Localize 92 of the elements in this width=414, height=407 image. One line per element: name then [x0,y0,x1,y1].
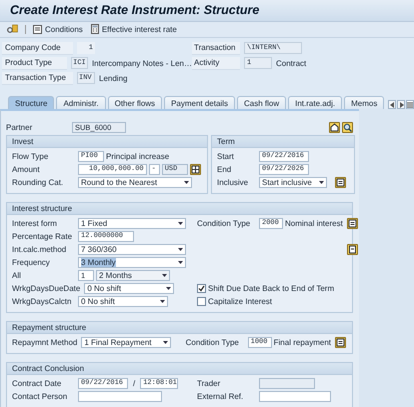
caret-icon [162,274,167,277]
dropdown[interactable]: 0 No shift [78,296,168,307]
dropdown[interactable]: 2 Months [96,270,170,281]
details-button[interactable] [335,337,346,348]
caret-icon [160,300,165,303]
input-field[interactable] [259,378,315,389]
input-field[interactable] [259,391,331,402]
checkbox[interactable] [197,284,206,293]
tab[interactable]: Cash flow [236,96,286,109]
tab[interactable]: Structure [8,96,54,109]
field-label: Frequency [12,258,51,267]
group-title: Interest structure [7,203,352,215]
caret-icon [184,181,189,184]
search-button[interactable] [342,122,353,133]
field-label: WrkgDaysDueDate [12,284,82,293]
field-label: Flow Type [12,152,50,161]
field-description: Nominal interest [285,219,343,228]
group-title: Term [212,136,354,148]
field-label: Trader [197,379,222,388]
details-button[interactable] [335,177,346,188]
currency-button[interactable] [190,164,201,175]
window-title: Create Interest Rate Instrument: Structure [10,3,260,18]
details-button[interactable] [346,218,358,229]
conditions-button[interactable]: Conditions [32,22,84,36]
field-label: Contact Person [12,392,68,401]
document-icon [336,338,345,347]
table-icon [191,165,200,174]
document-icon [348,219,357,228]
dropdown[interactable]: Start inclusive [259,177,327,188]
field-description: Final repayment [274,338,331,347]
dropdown[interactable]: 1 Final Repayment [81,337,172,348]
field-label: Contract Date [12,379,62,388]
field-label: Activity [192,56,240,70]
caret-icon [166,287,172,290]
field-label: Repaymnt Method [12,338,78,347]
field-label: Condition Type [197,219,252,228]
separator-text: / [132,379,136,388]
field-label: Product Type [2,56,68,70]
dropdown[interactable]: 0 No shift [84,283,174,294]
field-label: Interest form [12,219,58,228]
field-label: End [217,165,232,174]
caret-icon [163,341,168,344]
notes-button[interactable] [346,244,358,255]
field-label: Rounding Cat. [12,178,64,187]
field-label: Int.calc.method [12,245,68,254]
checkbox-label: Capitalize Interest [208,297,272,306]
field-description: Intercompany Notes - Len… [92,58,192,68]
checkbox-label: Shift Due Date Back to End of Term [208,284,334,293]
group-title: Invest [7,136,207,148]
field-description: Lending [99,74,128,83]
house-icon [330,123,339,132]
field-label: Inclusive [217,178,250,187]
field-description: Contract [276,58,306,68]
dropdown[interactable]: 7 360/360 [78,244,186,255]
partner-button[interactable] [329,122,340,133]
field-label: Condition Type [186,338,240,347]
caret-icon [178,261,183,264]
field-label: Transaction [192,42,240,55]
field-label: WrkgDaysCalctn [12,297,72,306]
field-label: Percentage Rate [12,232,74,241]
field-label: Company Code [2,42,73,55]
field-label: Transaction Type [2,72,73,85]
tab[interactable]: Other flows [108,96,162,109]
field-label: Partner [6,123,34,132]
input-field[interactable] [78,391,162,402]
document-icon [336,178,345,187]
effective-interest-rate-button[interactable]: Effective interest rate [90,22,178,36]
field-label: Start [217,152,235,161]
tab[interactable]: Payment details [164,96,235,109]
search-icon [343,123,352,132]
tab[interactable]: Memos [344,96,384,109]
field-label: External Ref. [197,392,244,401]
dropdown[interactable]: Round to the Nearest [78,177,192,188]
dropdown[interactable]: 1 Fixed [78,218,186,229]
note-icon [348,245,357,254]
tab[interactable]: Administr. [56,96,106,109]
document-icon [33,24,42,34]
dropdown[interactable]: 3 Monthly [78,257,186,268]
group-title: Contract Conclusion [7,363,352,375]
caret-icon [178,222,183,225]
group-title: Repayment structure [7,322,352,334]
tab-list-button[interactable] [406,100,414,109]
field-description: Principal increase [106,152,170,161]
caret-icon [178,248,183,251]
scroll-left-button[interactable] [388,100,396,109]
checkbox[interactable] [197,297,206,306]
tab[interactable]: Int.rate.adj. [288,96,342,109]
field-label: All [12,271,22,280]
field-label: Amount [12,165,41,174]
scroll-right-button[interactable] [397,100,405,109]
caret-icon [319,181,324,184]
calculator-icon [90,24,99,34]
